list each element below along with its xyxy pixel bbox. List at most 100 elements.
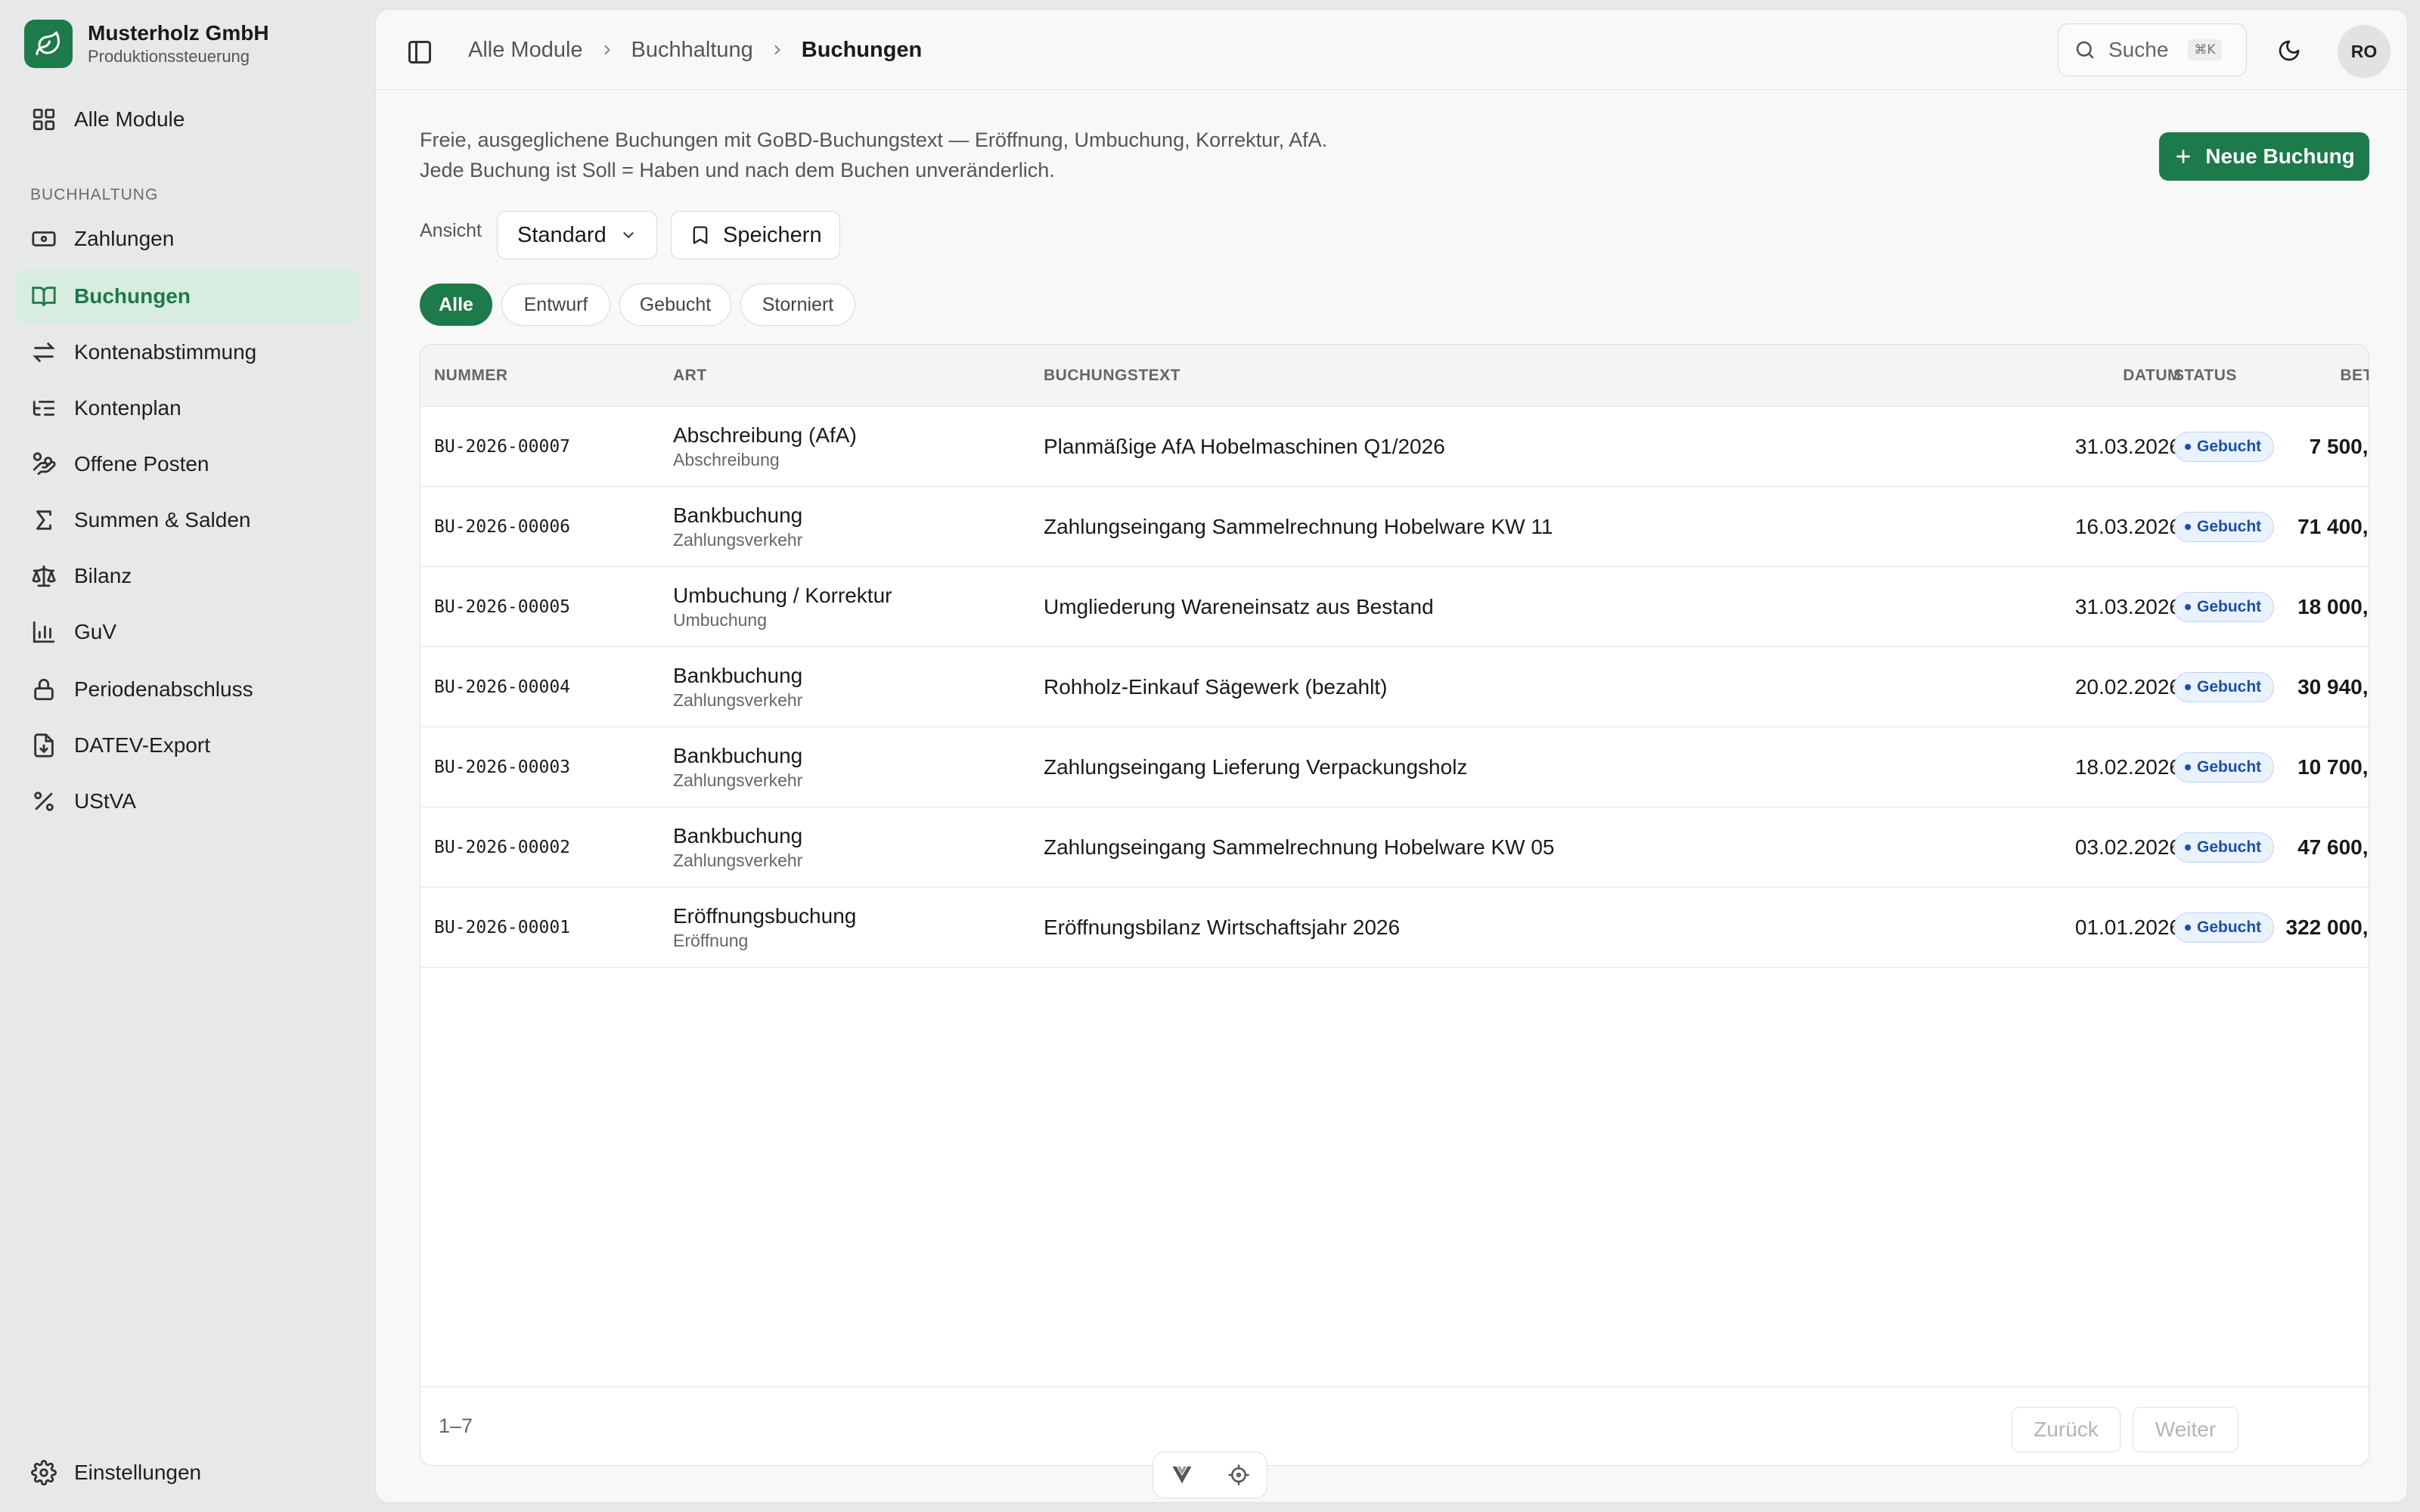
- booking-type-category: Zahlungsverkehr: [673, 530, 803, 550]
- booking-type: Bankbuchung Zahlungsverkehr: [673, 727, 802, 807]
- booking-type-label: Bankbuchung: [673, 744, 803, 767]
- booking-type: Abschreibung (AfA) Abschreibung: [673, 407, 857, 487]
- sidebar-item-label: Bilanz: [74, 564, 132, 587]
- table-row[interactable]: BU-2026-00002 Bankbuchung Zahlungsverkehr Z…: [420, 807, 2369, 888]
- booking-type: Eröffnungsbuchung Eröffnung: [673, 888, 856, 968]
- booking-text: Eröffnungsbilanz Wirtschaftsjahr 2026: [1044, 916, 1401, 939]
- status-badge: Gebucht: [2173, 752, 2275, 782]
- booking-number: BU-2026-00007: [434, 437, 571, 457]
- chevron-down-icon: [620, 227, 637, 243]
- sidebar-item-ustva[interactable]: UStVA: [15, 774, 360, 829]
- sidebar-item-offene-posten[interactable]: Offene Posten: [15, 437, 360, 491]
- save-view-button[interactable]: Speichern: [671, 211, 840, 259]
- sidebar-item-label: Periodenabschluss: [74, 677, 253, 701]
- bar-chart-icon: [30, 618, 57, 646]
- sidebar-item-periodenabschluss[interactable]: Periodenabschluss: [15, 662, 360, 717]
- status-badge: Gebucht: [2173, 672, 2275, 702]
- bookmark-icon: [690, 225, 711, 246]
- booking-number: BU-2026-00002: [434, 838, 571, 857]
- leaf-logo-icon: [24, 20, 73, 68]
- nav-all-modules[interactable]: Alle Module: [15, 92, 360, 147]
- booking-number: BU-2026-00001: [434, 918, 571, 937]
- booking-type-category: Zahlungsverkehr: [673, 770, 803, 790]
- booking-number: BU-2026-00005: [434, 597, 571, 617]
- status-label: Gebucht: [2197, 758, 2262, 776]
- booking-date: 01.01.2026: [2074, 916, 2181, 939]
- description-line: Freie, ausgeglichene Buchungen mit GoBD-…: [420, 129, 1328, 151]
- description-line: Jede Buchung ist Soll = Haben und nach d…: [420, 159, 1055, 181]
- table-row[interactable]: BU-2026-00006 Bankbuchung Zahlungsverkehr Z…: [420, 487, 2369, 567]
- sidebar-item-bilanz[interactable]: Bilanz: [15, 549, 360, 603]
- search-label: Suche: [2108, 38, 2169, 61]
- sidebar-item-label: DATEV-Export: [74, 733, 210, 757]
- table-row[interactable]: BU-2026-00003 Bankbuchung Zahlungsverkehr Z…: [420, 727, 2369, 807]
- pagination-prev-button[interactable]: Zurück: [2012, 1407, 2121, 1452]
- status-dot-icon: [2185, 684, 2191, 690]
- booking-type: Bankbuchung Zahlungsverkehr: [673, 807, 802, 888]
- percent-icon: [30, 788, 57, 815]
- sidebar-item-summen-salden[interactable]: Summen & Salden: [15, 493, 360, 547]
- status-label: Gebucht: [2197, 438, 2262, 455]
- booking-date: 31.03.2026: [2074, 595, 2181, 618]
- breadcrumb-item[interactable]: Alle Module: [468, 38, 583, 63]
- table-row[interactable]: BU-2026-00004 Bankbuchung Zahlungsverkehr R…: [420, 647, 2369, 727]
- save-view-label: Speichern: [723, 222, 822, 247]
- booking-type-label: Bankbuchung: [673, 824, 803, 847]
- status-badge: Gebucht: [2173, 832, 2275, 863]
- booking-type-category: Zahlungsverkehr: [673, 850, 803, 870]
- status-badge: Gebucht: [2173, 912, 2275, 943]
- table-row[interactable]: BU-2026-00005 Umbuchung / Korrektur Umbuch…: [420, 567, 2369, 647]
- booking-text: Zahlungseingang Lieferung Verpackungshol…: [1044, 755, 1468, 779]
- booking-status: Gebucht: [2173, 647, 2275, 727]
- status-dot-icon: [2185, 604, 2191, 610]
- table-row[interactable]: BU-2026-00001 Eröffnungsbuchung Eröffnung E…: [420, 888, 2369, 968]
- brand[interactable]: Musterholz GmbH Produktionssteuerung: [24, 20, 269, 68]
- sidebar-item-buchungen[interactable]: Buchungen: [15, 269, 360, 324]
- filter-chip-entwurf[interactable]: Entwurf: [501, 284, 610, 326]
- status-dot-icon: [2185, 444, 2191, 450]
- table-footer: 1–7 Zurück Weiter: [420, 1387, 2369, 1465]
- booking-number: BU-2026-00003: [434, 758, 571, 777]
- breadcrumb-item[interactable]: Buchhaltung: [631, 38, 753, 63]
- sidebar-item-guv[interactable]: GuV: [15, 605, 360, 659]
- payment-icon: [30, 225, 57, 253]
- sidebar-toggle-icon[interactable]: [406, 39, 433, 66]
- vue-logo-icon[interactable]: [1171, 1464, 1193, 1486]
- pagination-next-button[interactable]: Weiter: [2133, 1407, 2238, 1452]
- crosshair-icon[interactable]: [1227, 1464, 1250, 1486]
- filter-chip-storniert[interactable]: Storniert: [740, 284, 855, 326]
- booking-status: Gebucht: [2173, 407, 2275, 487]
- sidebar-item-kontenplan[interactable]: Kontenplan: [15, 381, 360, 435]
- filter-chip-alle[interactable]: Alle: [420, 284, 492, 326]
- page-description: Freie, ausgeglichene Buchungen mit GoBD-…: [420, 125, 1327, 185]
- column-header-status[interactable]: STATUS: [2173, 345, 2237, 407]
- booking-status: Gebucht: [2173, 727, 2275, 807]
- booking-status: Gebucht: [2173, 487, 2275, 567]
- sidebar-item-label: Buchungen: [74, 284, 191, 308]
- filter-chip-gebucht[interactable]: Gebucht: [619, 284, 731, 326]
- booking-type-category: Umbuchung: [673, 610, 768, 630]
- search-button[interactable]: Suche ⌘K: [2058, 23, 2247, 76]
- new-booking-button[interactable]: Neue Buchung: [2159, 132, 2369, 181]
- plus-icon: [2173, 147, 2193, 166]
- table-row[interactable]: BU-2026-00007 Abschreibung (AfA) Abschreib…: [420, 407, 2369, 487]
- sidebar-item-einstellungen[interactable]: Einstellungen: [15, 1445, 360, 1500]
- booking-type: Bankbuchung Zahlungsverkehr: [673, 647, 802, 727]
- sidebar-item-label: Summen & Salden: [74, 508, 251, 531]
- moon-icon[interactable]: [2274, 36, 2304, 66]
- sidebar-item-kontenabstimmung[interactable]: Kontenabstimmung: [15, 325, 360, 380]
- column-header-buchungstext[interactable]: BUCHUNGSTEXT: [1044, 345, 1181, 407]
- avatar[interactable]: RO: [2338, 25, 2391, 78]
- view-select[interactable]: Standard: [497, 211, 657, 259]
- column-header-datum[interactable]: DATUM: [2009, 345, 2181, 407]
- status-dot-icon: [2185, 764, 2191, 770]
- status-label: Gebucht: [2197, 518, 2262, 535]
- column-header-nummer[interactable]: NUMMER: [434, 345, 508, 407]
- main-panel: Alle Module Buchhaltung Buchungen Suche …: [375, 9, 2408, 1503]
- column-header-art[interactable]: ART: [673, 345, 707, 407]
- sidebar-item-label: UStVA: [74, 789, 136, 813]
- sidebar-item-zahlungen[interactable]: Zahlungen: [15, 212, 360, 266]
- sidebar-item-label: Offene Posten: [74, 452, 209, 476]
- booking-date: 18.02.2026: [2074, 755, 2181, 779]
- sidebar-item-datev-export[interactable]: DATEV-Export: [15, 718, 360, 773]
